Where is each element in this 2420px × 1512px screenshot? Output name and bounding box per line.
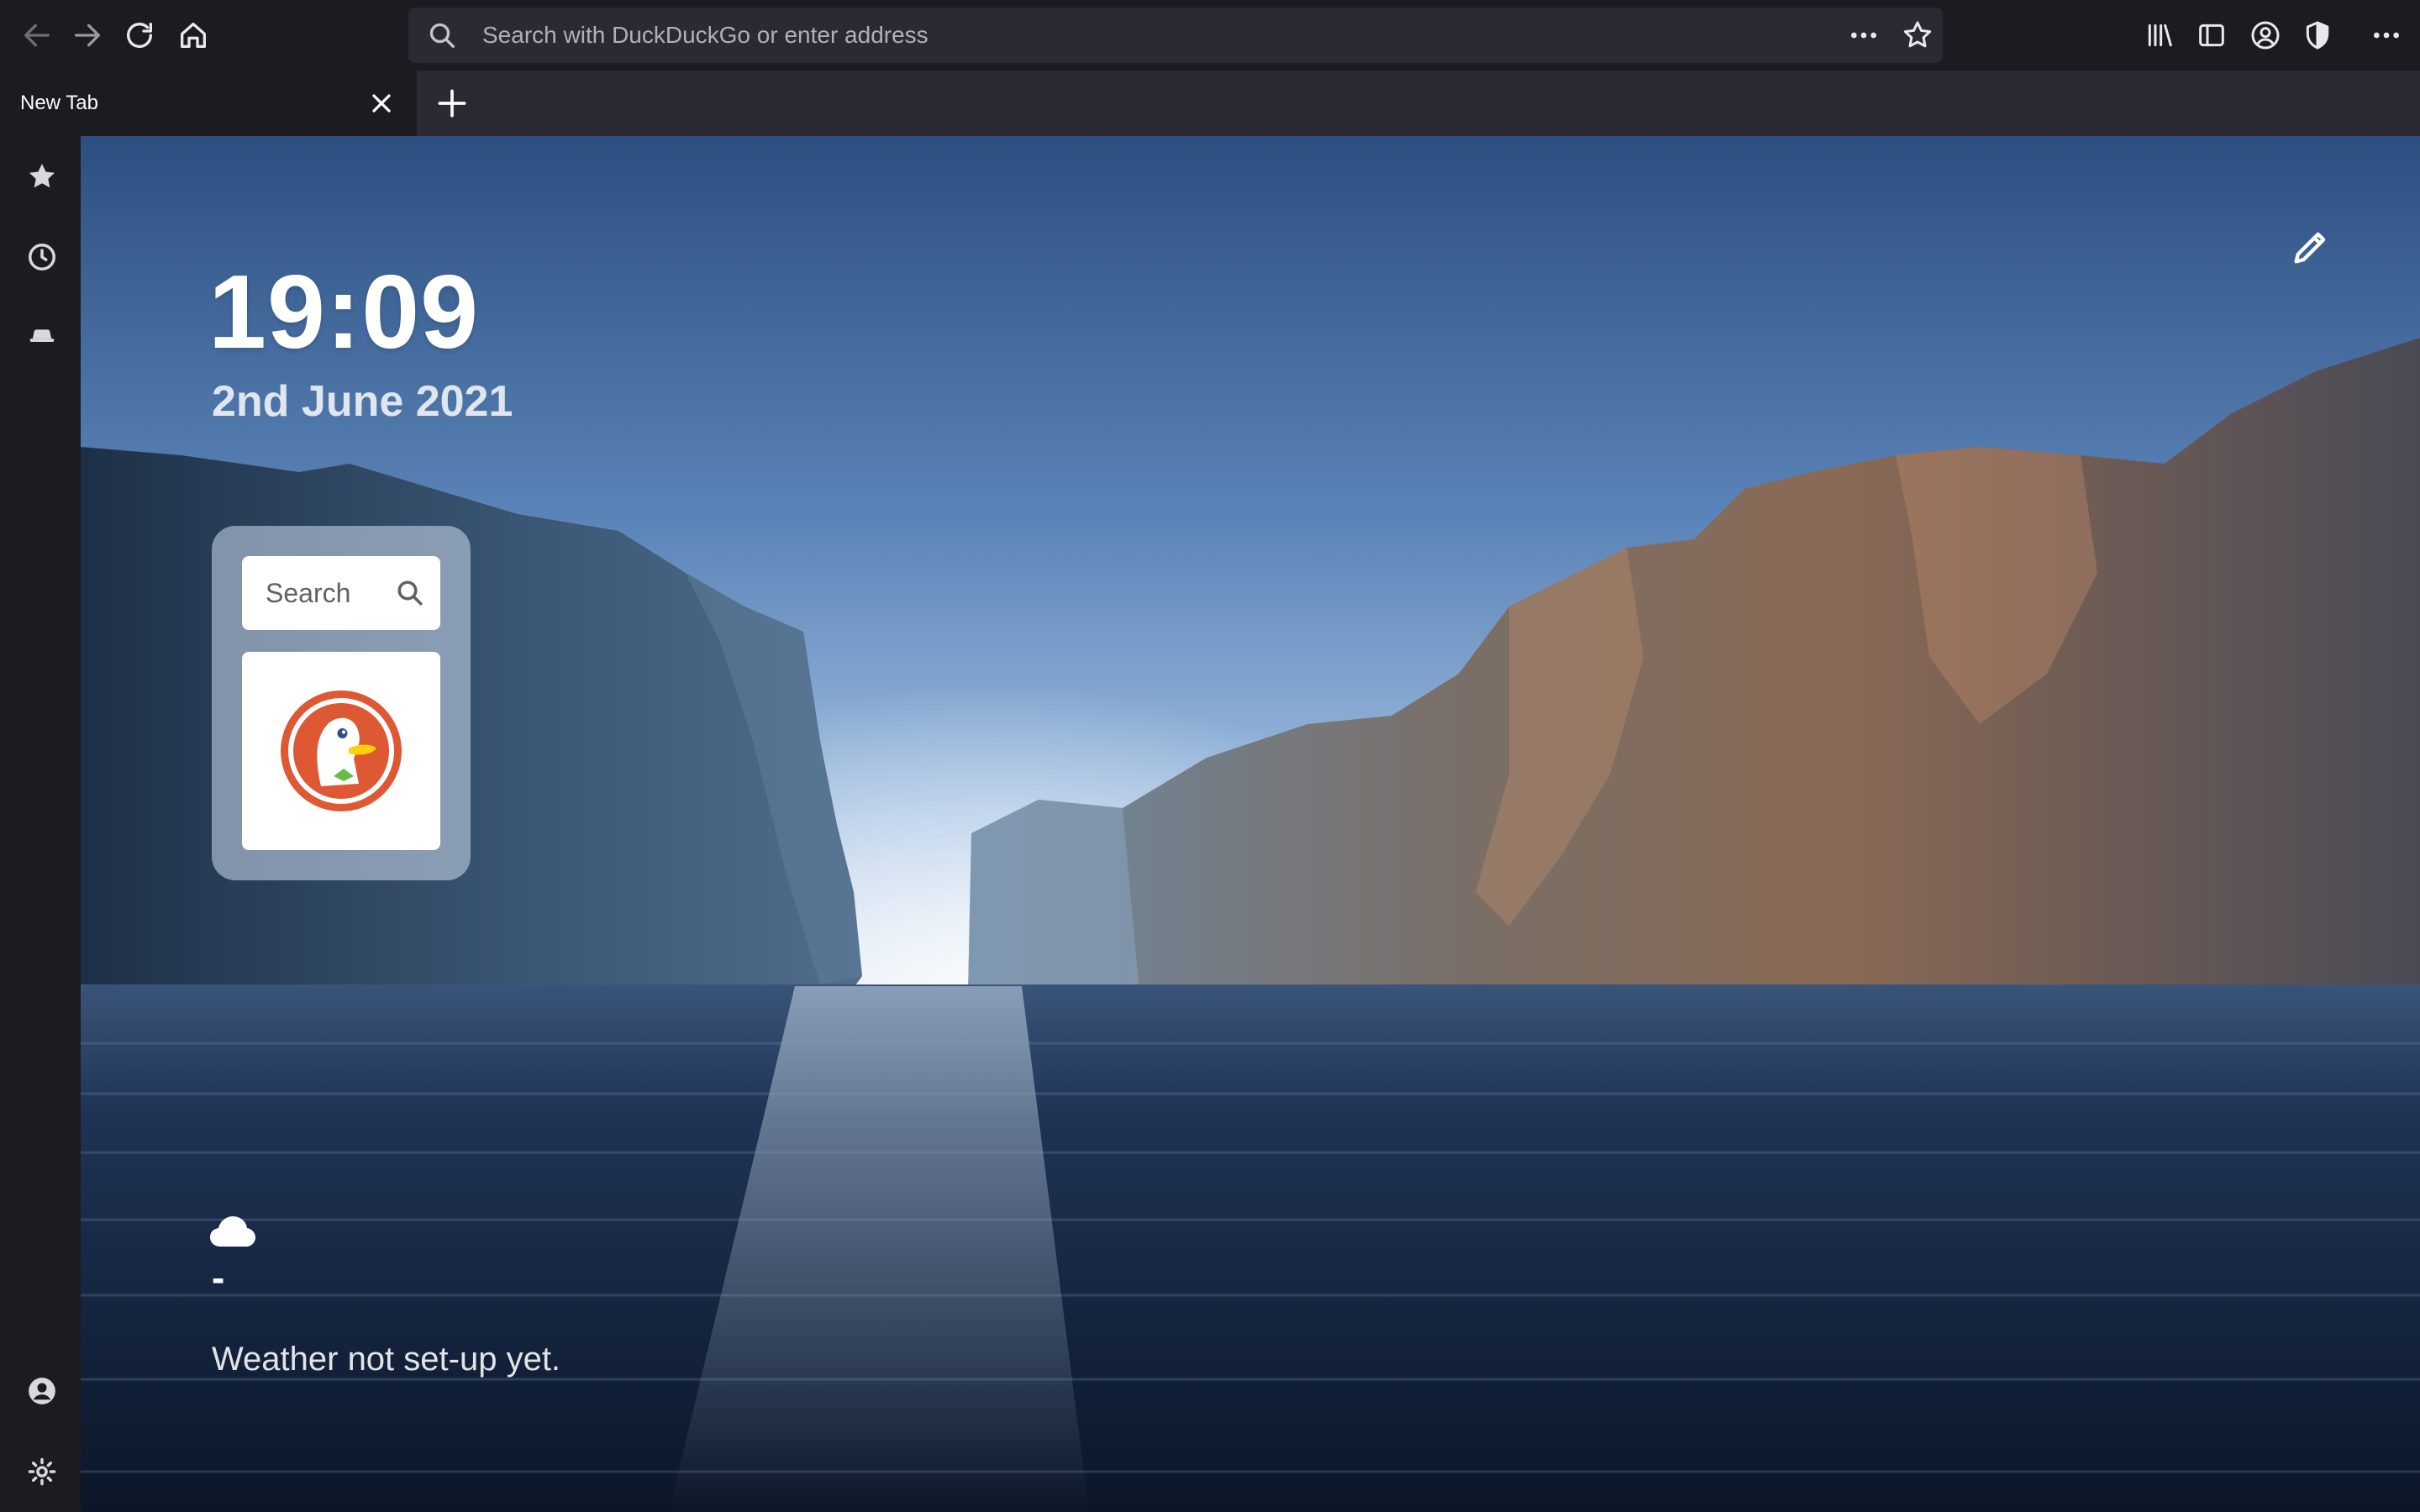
forward-icon (75, 24, 101, 47)
edit-pencil-icon[interactable] (2289, 225, 2333, 269)
new-tab-page: 19:09 2nd June 2021 Search - Weather not… (81, 136, 2420, 1512)
bookmark-star-icon[interactable] (1901, 18, 1934, 52)
sidebar-toggle-icon (2199, 24, 2224, 47)
private-mode-button[interactable] (18, 312, 66, 360)
sidebar-toggle-button[interactable] (2188, 12, 2235, 59)
back-icon (24, 24, 50, 47)
new-tab-plus-icon[interactable] (434, 85, 471, 122)
back-button[interactable] (13, 12, 60, 59)
cloud-icon (210, 1216, 255, 1247)
account-button[interactable] (2242, 12, 2289, 59)
search-input[interactable]: Search (242, 556, 440, 630)
duckduckgo-logo-icon (281, 690, 402, 811)
clock-date: 2nd June 2021 (212, 377, 513, 426)
clock-time: 19:09 (208, 255, 480, 370)
weather-status: Weather not set-up yet. (212, 1341, 561, 1378)
profile-button[interactable] (18, 1368, 66, 1415)
tracking-protection-button[interactable] (2294, 12, 2341, 59)
home-button[interactable] (170, 12, 217, 59)
account-icon (29, 1378, 55, 1404)
library-button[interactable] (2136, 12, 2183, 59)
home-icon (181, 23, 206, 48)
search-icon[interactable] (395, 578, 425, 608)
history-button[interactable] (18, 234, 66, 281)
search-placeholder: Search (266, 578, 351, 608)
tab-new-tab[interactable]: New Tab (0, 71, 417, 136)
history-icon (29, 244, 55, 270)
forward-button[interactable] (64, 12, 111, 59)
bookmarks-button[interactable] (18, 153, 66, 200)
page-actions-icon[interactable] (1847, 18, 1881, 52)
library-icon (2148, 24, 2172, 47)
url-input[interactable]: Search with DuckDuckGo or enter address (482, 8, 929, 63)
settings-button[interactable] (18, 1448, 66, 1495)
browser-toolbar: Search with DuckDuckGo or enter address (0, 0, 2420, 71)
menu-icon (2374, 32, 2399, 39)
menu-button[interactable] (2363, 12, 2410, 59)
reload-button[interactable] (116, 12, 163, 59)
tab-strip: New Tab (0, 71, 2420, 136)
url-bar[interactable]: Search with DuckDuckGo or enter address (408, 8, 1943, 63)
duckduckgo-shortcut-tile[interactable] (242, 652, 440, 850)
settings-icon (28, 1457, 56, 1486)
reload-icon (127, 23, 152, 49)
quick-links-widget: Search (212, 526, 471, 880)
search-icon (429, 23, 455, 48)
hat-icon (29, 329, 55, 342)
tab-title: New Tab (20, 92, 98, 114)
weather-temperature: - (212, 1256, 225, 1299)
star-icon (29, 163, 55, 188)
shield-icon (2306, 21, 2329, 50)
account-icon (2251, 21, 2280, 50)
left-sidebar (0, 136, 81, 1512)
close-icon[interactable] (366, 88, 397, 118)
